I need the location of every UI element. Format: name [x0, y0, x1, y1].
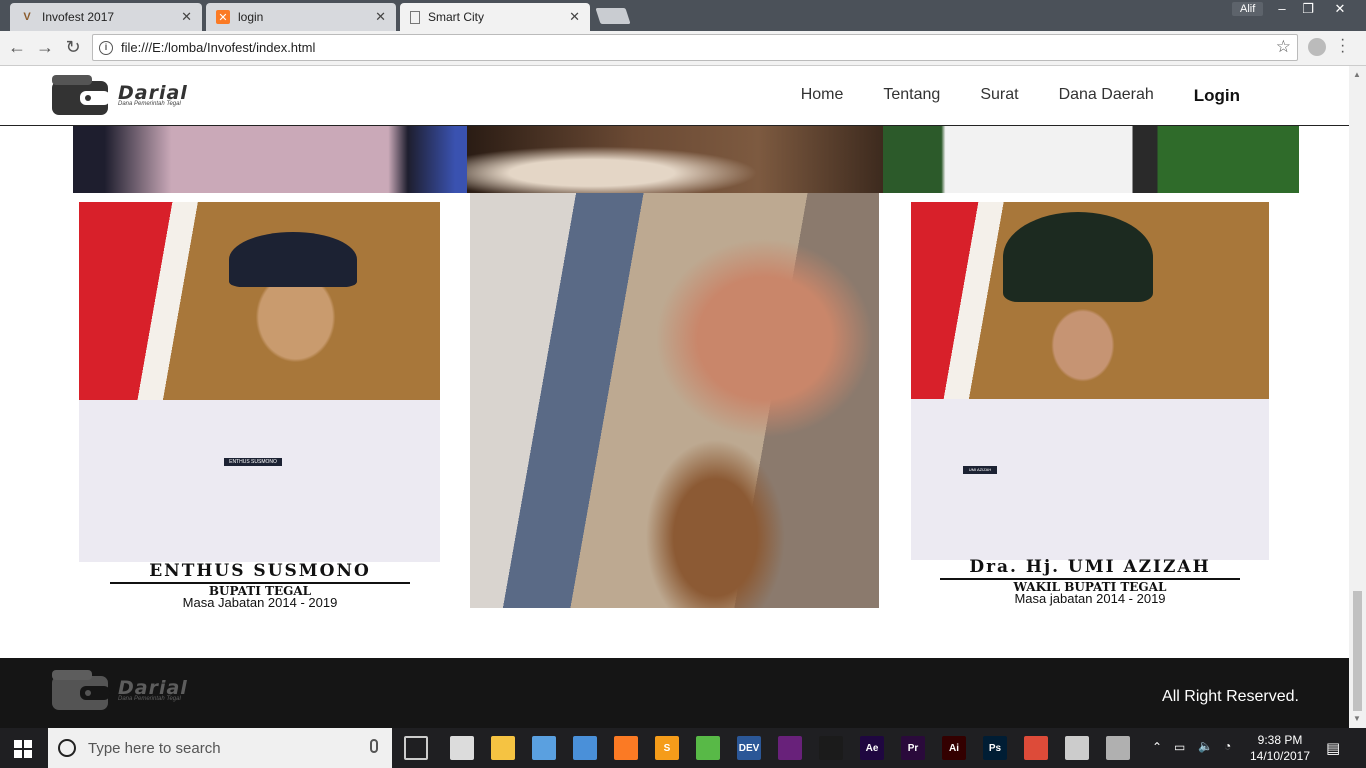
officer-cap — [229, 232, 357, 287]
scroll-thumb[interactable] — [1353, 591, 1362, 711]
chrome-menu-icon[interactable]: · · · — [1340, 32, 1345, 60]
site-footer: Darial Dana Pemerintah Tegal All Right R… — [0, 658, 1349, 728]
windows-start-icon[interactable] — [14, 740, 32, 758]
bupati-caption: ENTHUS SUSMONO BUPATI TEGAL Masa Jabatan… — [110, 561, 410, 610]
taskbar-app-icon[interactable]: Ae — [860, 736, 884, 760]
battery-icon[interactable]: ▭ — [1174, 740, 1185, 754]
nav-dana-daerah[interactable]: Dana Daerah — [1059, 86, 1154, 106]
wallet-logo-icon — [50, 666, 112, 712]
extension-icon[interactable] — [1308, 38, 1326, 56]
page-scrollbar[interactable]: ▲ ▼ — [1349, 66, 1366, 728]
nav-surat[interactable]: Surat — [980, 86, 1018, 106]
volume-icon[interactable]: 🔈 — [1198, 739, 1213, 753]
clock-date: 14/10/2017 — [1249, 749, 1311, 763]
taskbar-app-icon[interactable] — [573, 736, 597, 760]
tray-chevron-icon[interactable]: ⌃ — [1152, 740, 1162, 754]
taskbar-app-icon[interactable]: Ai — [942, 736, 966, 760]
taskbar-search[interactable]: Type here to search — [48, 728, 392, 768]
close-window-icon[interactable]: ✕ — [1326, 0, 1354, 18]
taskbar-app-icon[interactable]: DEV — [737, 736, 761, 760]
forward-arrow-icon[interactable]: → — [34, 37, 56, 58]
main-menu: Home Tentang Surat Dana Daerah Login — [801, 86, 1240, 106]
officer-cap — [1003, 212, 1153, 302]
nav-login[interactable]: Login — [1194, 86, 1240, 106]
restore-icon[interactable]: ❐ — [1294, 0, 1322, 18]
taskbar-app-icon[interactable] — [1106, 736, 1130, 760]
tab-invofest[interactable]: V Invofest 2017 ✕ — [10, 3, 202, 31]
site-logo[interactable]: Darial Dana Pemerintah Tegal — [50, 71, 188, 117]
taskbar-app-icon[interactable] — [778, 736, 802, 760]
profile-badge[interactable]: Alif — [1232, 2, 1264, 16]
taskbar-app-icon[interactable] — [532, 736, 556, 760]
xampp-icon: ✕ — [216, 10, 230, 24]
taskbar-app-icon[interactable] — [614, 736, 638, 760]
minimize-icon[interactable]: – — [1268, 0, 1296, 18]
notification-icon[interactable]: ▤ — [1326, 739, 1340, 757]
page-viewport: ENTHUS SUSMONO ENTHUS SUSMONO BUPATI TEG… — [0, 66, 1349, 728]
taskbar-app-icon[interactable]: Ps — [983, 736, 1007, 760]
tab-smart-city[interactable]: Smart City ✕ — [400, 3, 590, 31]
wakil-bupati-photo: UMI AZIZAH — [911, 202, 1269, 560]
name-badge: ENTHUS SUSMONO — [224, 458, 282, 466]
task-view-icon[interactable] — [404, 736, 428, 760]
logo-tagline: Dana Pemerintah Tegal — [118, 100, 181, 107]
page-icon — [410, 10, 420, 24]
bupati-term: Masa Jabatan 2014 - 2019 — [182, 595, 338, 610]
nav-tentang[interactable]: Tentang — [883, 86, 940, 106]
wifi-icon[interactable]: ◔ — [1224, 739, 1231, 753]
browser-toolbar: ← → ↻ i file:///E:/lomba/Invofest/index.… — [0, 31, 1366, 66]
bupati-name: ENTHUS SUSMONO — [110, 561, 410, 584]
tab-label: login — [238, 10, 264, 24]
footer-copyright: All Right Reserved. — [1162, 688, 1299, 705]
close-icon[interactable]: ✕ — [569, 9, 580, 25]
wakil-bupati-caption: Dra. Hj. UMI AZIZAH WAKIL BUPATI TEGAL M… — [940, 557, 1240, 606]
taskbar-app-icon[interactable] — [1065, 736, 1089, 760]
url-text: file:///E:/lomba/Invofest/index.html — [121, 40, 316, 55]
close-icon[interactable]: ✕ — [375, 9, 386, 25]
taskbar-app-icon[interactable] — [696, 736, 720, 760]
wallet-logo-icon — [50, 71, 112, 117]
tab-label: Smart City — [428, 10, 485, 24]
tab-login[interactable]: ✕ login ✕ — [206, 3, 396, 31]
back-arrow-icon[interactable]: ← — [6, 37, 28, 58]
logo-tagline: Dana Pemerintah Tegal — [118, 695, 181, 702]
wakil-bupati-term: Masa jabatan 2014 - 2019 — [1014, 591, 1166, 606]
taskbar-app-icon[interactable] — [819, 736, 843, 760]
new-tab-button[interactable] — [595, 8, 631, 24]
close-icon[interactable]: ✕ — [181, 9, 192, 25]
reload-icon[interactable]: ↻ — [62, 37, 84, 58]
taskbar-app-icon[interactable]: Pr — [901, 736, 925, 760]
tab-label: Invofest 2017 — [42, 10, 115, 24]
microphone-icon[interactable] — [370, 739, 378, 753]
browser-tab-strip: V Invofest 2017 ✕ ✕ login ✕ Smart City ✕… — [0, 0, 1366, 31]
taskbar-app-icon[interactable] — [450, 736, 474, 760]
clock-time: 9:38 PM — [1257, 733, 1303, 747]
footer-logo: Darial Dana Pemerintah Tegal — [50, 666, 188, 712]
gallery-photo — [883, 126, 1299, 193]
bookmark-star-icon[interactable]: ☆ — [1276, 37, 1291, 57]
taskbar-app-icon[interactable]: S — [655, 736, 679, 760]
gallery-photo — [467, 126, 883, 193]
taskbar-app-icon[interactable] — [1024, 736, 1048, 760]
v-logo-icon: V — [23, 11, 31, 23]
address-bar[interactable]: i file:///E:/lomba/Invofest/index.html ☆ — [92, 34, 1298, 61]
info-icon[interactable]: i — [99, 40, 113, 55]
wakil-bupati-name: Dra. Hj. UMI AZIZAH — [940, 557, 1240, 580]
scroll-up-icon[interactable]: ▲ — [1353, 70, 1361, 79]
name-badge: UMI AZIZAH — [963, 466, 997, 474]
nav-home[interactable]: Home — [801, 86, 844, 106]
bupati-photo: ENTHUS SUSMONO — [79, 202, 440, 562]
windows-taskbar: Type here to search S DEV Ae Pr Ai Ps ⌃ ▭ 🔈 ◔… — [0, 728, 1366, 768]
scroll-down-icon[interactable]: ▼ — [1353, 714, 1361, 723]
taskbar-app-icon[interactable] — [491, 736, 515, 760]
gallery-photo — [73, 126, 467, 193]
money-drop-photo — [470, 193, 879, 608]
system-clock[interactable]: 9:38 PM 14/10/2017 — [1240, 732, 1320, 764]
cortana-icon — [58, 739, 76, 757]
search-placeholder: Type here to search — [88, 739, 221, 757]
site-navbar: Darial Dana Pemerintah Tegal Home Tentan… — [0, 66, 1349, 126]
